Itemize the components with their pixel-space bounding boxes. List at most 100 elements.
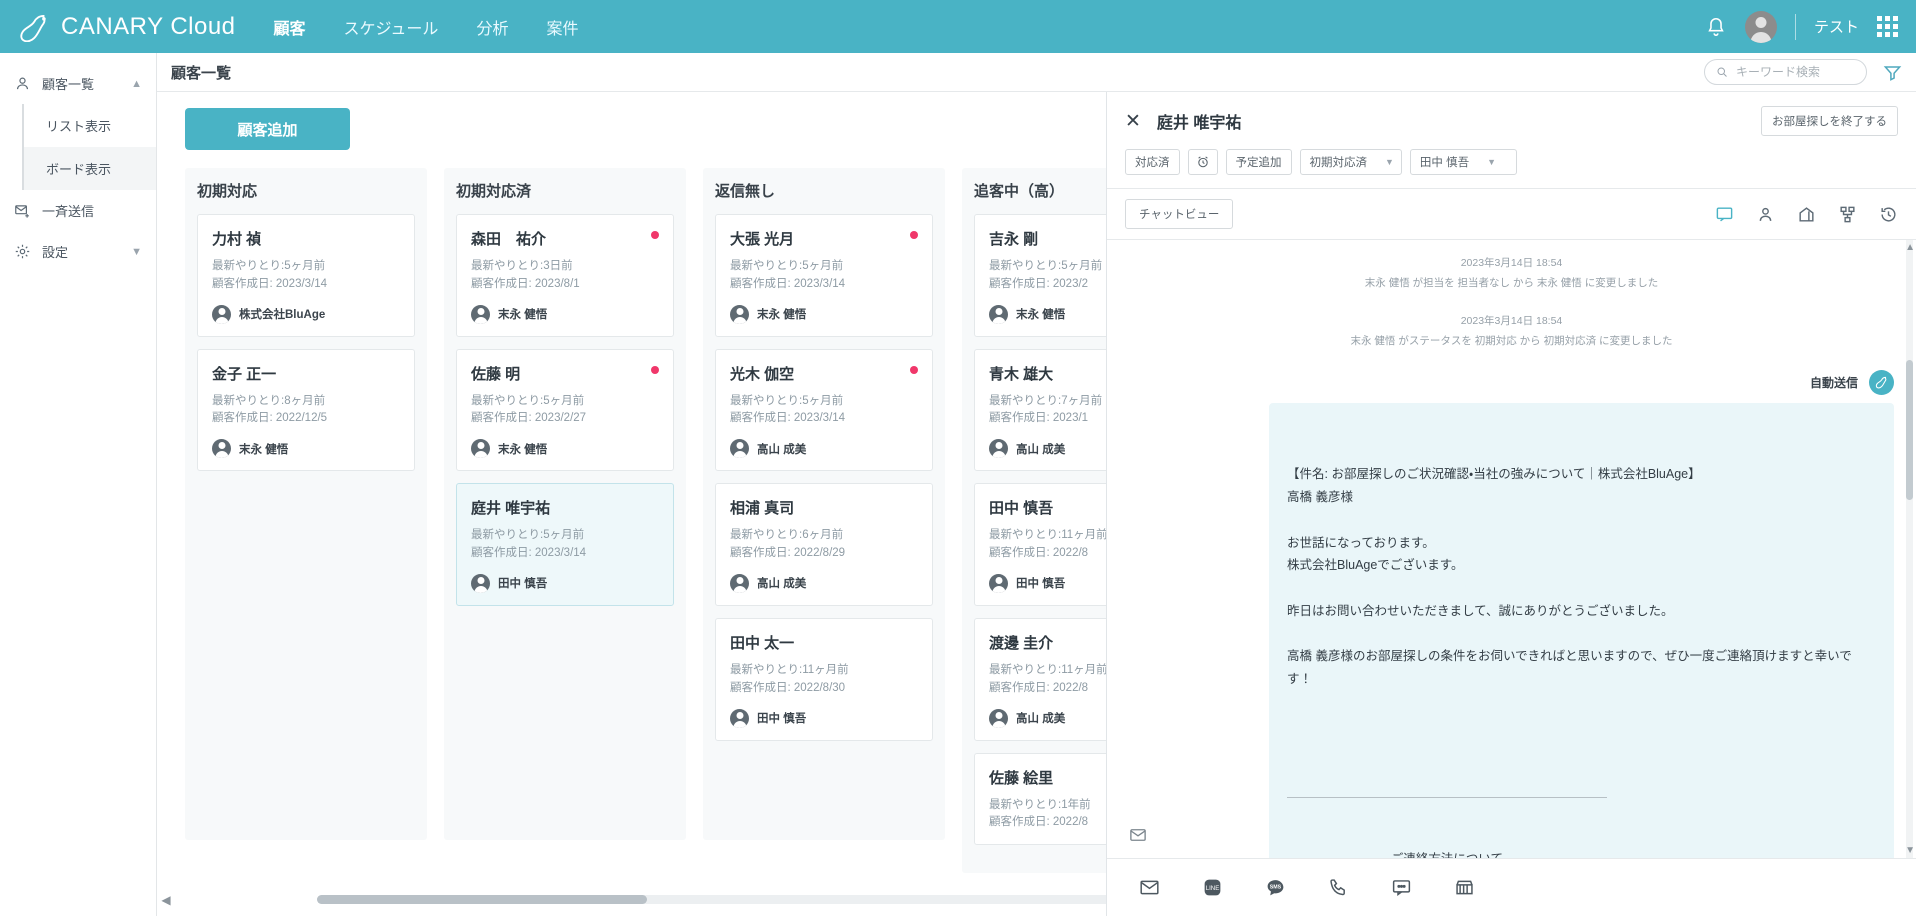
status-select-value: 初期対応済 xyxy=(1309,157,1368,169)
card-owner: 高山 成美 xyxy=(730,439,918,459)
history-icon[interactable] xyxy=(1879,205,1898,224)
alarm-clock-icon xyxy=(1197,156,1208,168)
card-owner: 末永 健悟 xyxy=(471,304,659,324)
auto-send-row: 自動送信 xyxy=(1129,369,1894,395)
assignee-select[interactable]: 田中 慎吾 ▼ xyxy=(1409,149,1517,175)
nav-item-schedule[interactable]: スケジュール xyxy=(342,11,441,43)
property-building-icon[interactable] xyxy=(1797,205,1816,224)
email-icon[interactable] xyxy=(1139,877,1160,898)
customer-card[interactable]: 光木 伽空 最新やりとり:5ヶ月前 顧客作成日: 2023/3/14 高山 成美 xyxy=(715,348,933,472)
customer-card[interactable]: 金子 正一 最新やりとり:8ヶ月前 顧客作成日: 2022/12/5 末永 健悟 xyxy=(197,348,415,472)
card-owner-name: 株式会社BluAge xyxy=(239,309,326,322)
card-customer-name: 大張 光月 xyxy=(730,231,795,248)
phone-icon[interactable] xyxy=(1328,877,1349,898)
customer-card[interactable]: 田中 太一 最新やりとり:11ヶ月前 顧客作成日: 2022/8/30 田中 慎… xyxy=(715,617,933,741)
kanban-column-initial-done: 初期対応済 森田 祐介 最新やりとり:3日前 顧客作成日: 2023/8/1 末… xyxy=(444,168,686,840)
kanban-column-no-reply: 返信無し 大張 光月 最新やりとり:5ヶ月前 顧客作成日: 2023/3/14 … xyxy=(703,168,945,840)
sidebar-item-broadcast[interactable]: 一斉送信 xyxy=(0,190,156,231)
status-select[interactable]: 初期対応済 ▼ xyxy=(1299,149,1402,175)
brand-logo-group[interactable]: CANARY Cloud xyxy=(18,12,236,42)
mark-done-button[interactable]: 対応済 xyxy=(1125,149,1180,175)
card-last-contact: 最新やりとり:5ヶ月前 xyxy=(471,529,585,542)
filter-icon[interactable] xyxy=(1883,63,1902,82)
card-owner: 末永 健悟 xyxy=(212,439,400,459)
bell-icon[interactable] xyxy=(1705,16,1727,38)
card-created-date: 顧客作成日: 2022/8/29 xyxy=(730,547,846,560)
sitemap-icon[interactable] xyxy=(1838,205,1857,224)
sidebar-group-label: 顧客一覧 xyxy=(42,77,95,92)
card-last-contact: 最新やりとり:8ヶ月前 xyxy=(212,394,326,407)
message-section-divider: ご連絡方法について xyxy=(1287,751,1876,858)
search-input[interactable] xyxy=(1735,65,1855,79)
add-customer-button[interactable]: 顧客追加 xyxy=(185,108,350,150)
add-schedule-button[interactable]: 予定追加 xyxy=(1225,149,1292,175)
chat-view-button[interactable]: チャットビュー xyxy=(1125,199,1234,229)
vertical-scrollbar-track[interactable] xyxy=(1906,240,1913,858)
nav-item-analytics[interactable]: 分析 xyxy=(474,11,510,43)
owner-avatar-icon xyxy=(730,304,749,324)
line-icon[interactable]: LINE xyxy=(1202,877,1223,898)
reminder-button[interactable] xyxy=(1187,149,1218,175)
close-icon[interactable]: ✕ xyxy=(1125,112,1141,131)
chat-bubble-icon[interactable] xyxy=(1391,877,1412,898)
sidebar-item-list-view[interactable]: リスト表示 xyxy=(24,104,156,147)
search-box[interactable] xyxy=(1704,59,1867,85)
card-owner-name: 田中 慎吾 xyxy=(498,578,548,591)
nav-item-customers[interactable]: 顧客 xyxy=(272,11,308,43)
customer-card[interactable]: 大張 光月 最新やりとり:5ヶ月前 顧客作成日: 2023/3/14 末永 健悟 xyxy=(715,214,933,337)
owner-avatar-icon xyxy=(730,708,749,728)
sms-icon[interactable]: SMS xyxy=(1265,877,1286,898)
sidebar-broadcast-label: 一斉送信 xyxy=(42,204,95,219)
mail-channel-icon xyxy=(1130,829,1146,841)
page-title: 顧客一覧 xyxy=(171,64,232,82)
customer-card[interactable]: 力村 禎 最新やりとり:5ヶ月前 顧客作成日: 2023/3/14 株式会社Bl… xyxy=(197,214,415,337)
bot-avatar-icon xyxy=(1869,369,1894,395)
store-front-icon[interactable] xyxy=(1454,877,1475,898)
scroll-down-arrow-icon[interactable]: ▼ xyxy=(1905,845,1915,856)
end-room-search-button[interactable]: お部屋探しを終了する xyxy=(1761,106,1898,136)
card-last-contact: 最新やりとり:6ヶ月前 xyxy=(730,529,844,542)
app-grid-icon[interactable] xyxy=(1877,16,1898,37)
card-owner-name: 末永 健悟 xyxy=(1016,309,1066,322)
scroll-left-arrow-icon[interactable]: ◀ xyxy=(159,893,173,907)
sidebar-item-customer-list[interactable]: 顧客一覧 ▲ xyxy=(0,63,156,104)
customer-card-selected[interactable]: 庭井 唯宇祐 最新やりとり:5ヶ月前 顧客作成日: 2023/3/14 田中 慎… xyxy=(456,483,674,606)
card-owner: 田中 慎吾 xyxy=(730,708,918,728)
scrollbar-thumb[interactable] xyxy=(317,895,647,904)
customer-profile-icon[interactable] xyxy=(1756,205,1775,224)
unread-dot-icon xyxy=(910,365,918,374)
system-message-text: 末永 健悟 がステータスを 初期対応 から 初期対応済 に変更しました xyxy=(1350,334,1673,347)
search-icon xyxy=(1717,67,1727,77)
card-created-date: 顧客作成日: 2023/3/14 xyxy=(730,277,846,290)
chevron-down-icon[interactable]: ▼ xyxy=(131,246,142,258)
sidebar-item-board-view[interactable]: ボード表示 xyxy=(24,147,156,190)
chat-view-icon[interactable] xyxy=(1715,205,1734,224)
system-message-time: 2023年3月14日 18:54 xyxy=(1460,257,1563,269)
top-bar-right: テスト xyxy=(1705,10,1898,43)
card-owner-name: 田中 慎吾 xyxy=(1016,578,1066,591)
customer-card[interactable]: 森田 祐介 最新やりとり:3日前 顧客作成日: 2023/8/1 末永 健悟 xyxy=(456,214,674,337)
sidebar-item-settings[interactable]: 設定 ▼ xyxy=(0,231,156,272)
vertical-scrollbar-thumb[interactable] xyxy=(1906,360,1913,500)
card-owner-name: 高山 成美 xyxy=(1016,713,1066,725)
card-owner-name: 田中 慎吾 xyxy=(757,713,807,725)
card-customer-name: 佐藤 明 xyxy=(471,365,521,383)
card-owner-name: 高山 成美 xyxy=(1016,443,1066,456)
owner-avatar-icon xyxy=(989,304,1008,324)
column-title: 初期対応済 xyxy=(456,183,532,200)
card-owner: 末永 健悟 xyxy=(471,439,659,459)
customer-card[interactable]: 相浦 真司 最新やりとり:6ヶ月前 顧客作成日: 2022/8/29 高山 成美 xyxy=(715,483,933,606)
user-name-label[interactable]: テスト xyxy=(1814,16,1859,37)
customer-card[interactable]: 佐藤 明 最新やりとり:5ヶ月前 顧客作成日: 2023/2/27 末永 健悟 xyxy=(456,348,674,472)
user-avatar[interactable] xyxy=(1744,10,1777,43)
system-message: 2023年3月14日 18:54 末永 健悟 が担当を 担当者なし から 末永 … xyxy=(1129,254,1894,294)
scroll-up-arrow-icon[interactable]: ▲ xyxy=(1905,242,1915,253)
nav-item-projects[interactable]: 案件 xyxy=(544,11,580,43)
canary-bird-icon xyxy=(1875,377,1886,389)
divider-line-top xyxy=(1287,796,1607,798)
chevron-up-icon[interactable]: ▲ xyxy=(131,78,142,90)
card-owner: 末永 健悟 xyxy=(730,304,918,324)
card-last-contact: 最新やりとり:5ヶ月前 xyxy=(730,394,844,407)
owner-avatar-icon xyxy=(730,439,749,459)
customer-detail-panel: ✕ 庭井 唯宇祐 お部屋探しを終了する 対応済 予定追加 初期対応済 ▼ 田中 … xyxy=(1106,92,1916,916)
